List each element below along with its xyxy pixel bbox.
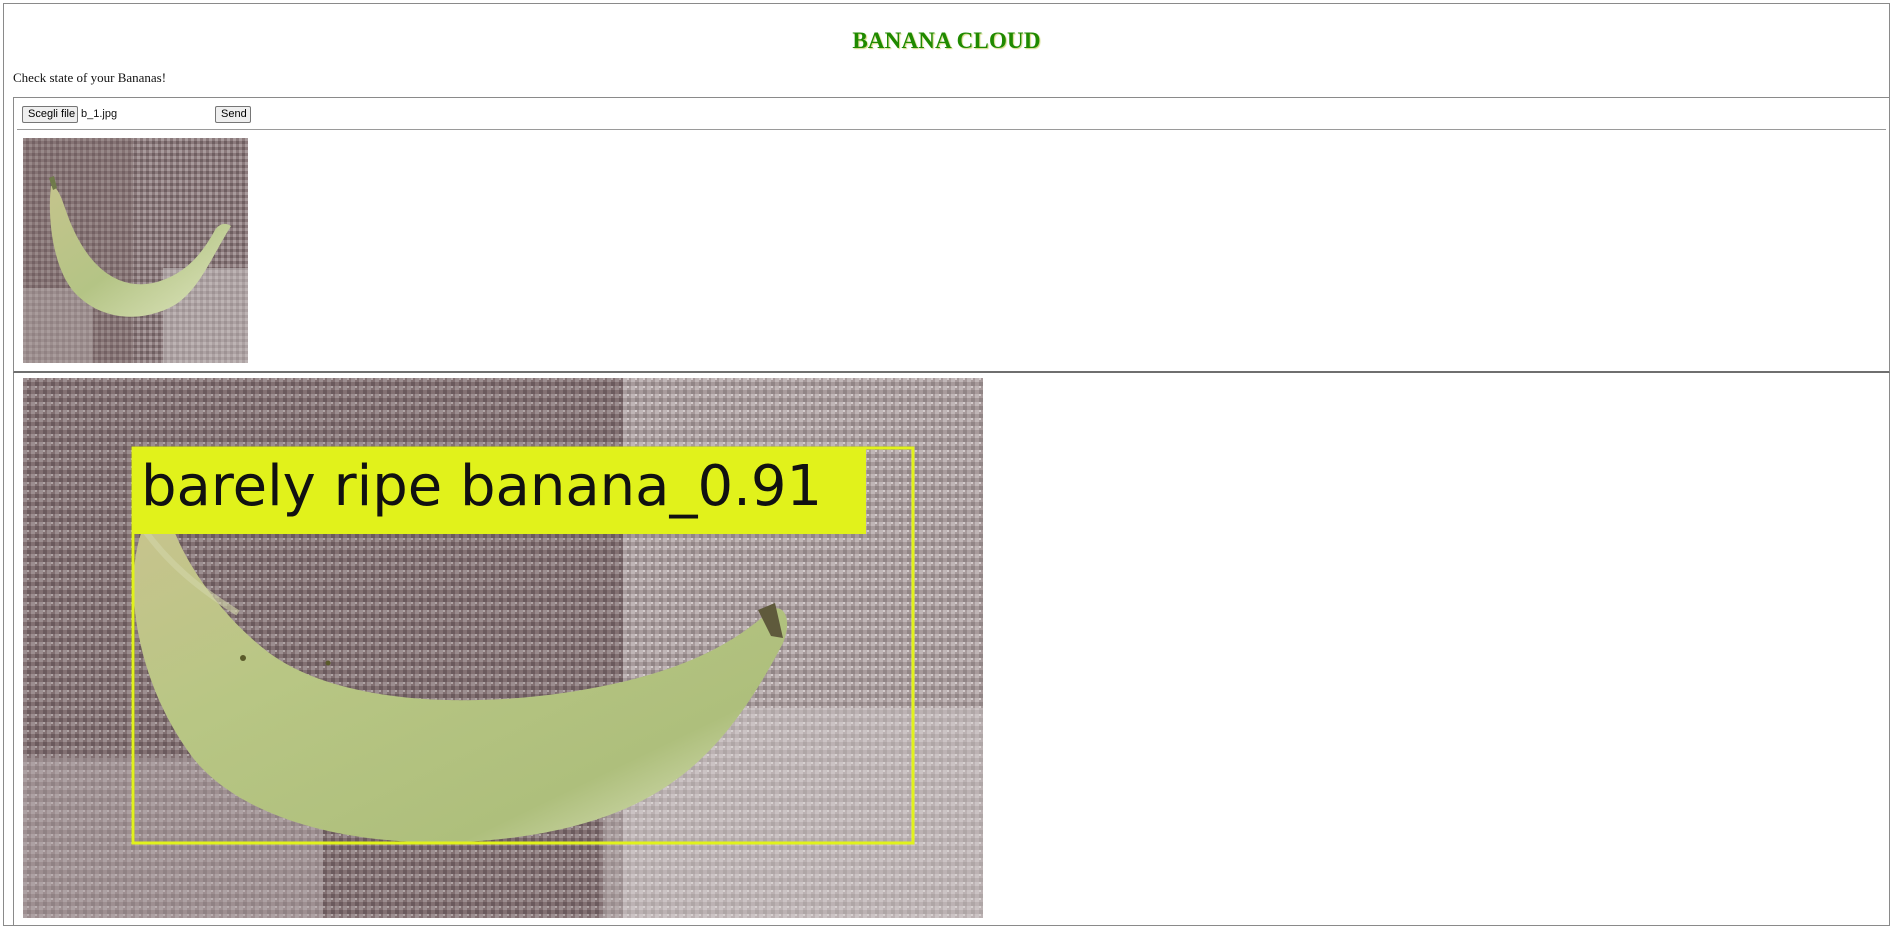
upload-divider [17, 129, 1886, 130]
annotated-banana-image: barely ripe banana_0.91 [23, 378, 983, 918]
upload-form: Scegli file b_1.jpg Send [13, 97, 1890, 373]
selected-file-name: b_1.jpg [81, 108, 118, 120]
send-button[interactable]: Send [215, 106, 251, 123]
banana-thumbnail-image [23, 138, 248, 363]
choose-file-button[interactable]: Scegli file [22, 106, 78, 123]
uploaded-image-preview [23, 138, 248, 363]
banana-cloud-page: BANANA CLOUD Check state of your Bananas… [3, 3, 1890, 926]
page-title: BANANA CLOUD [852, 28, 1041, 53]
detection-label: barely ripe banana_0.91 [141, 454, 822, 519]
detection-result-image: barely ripe banana_0.91 [23, 378, 983, 918]
detection-result-panel: barely ripe banana_0.91 [13, 373, 1890, 926]
page-subtitle: Check state of your Bananas! [13, 70, 167, 85]
